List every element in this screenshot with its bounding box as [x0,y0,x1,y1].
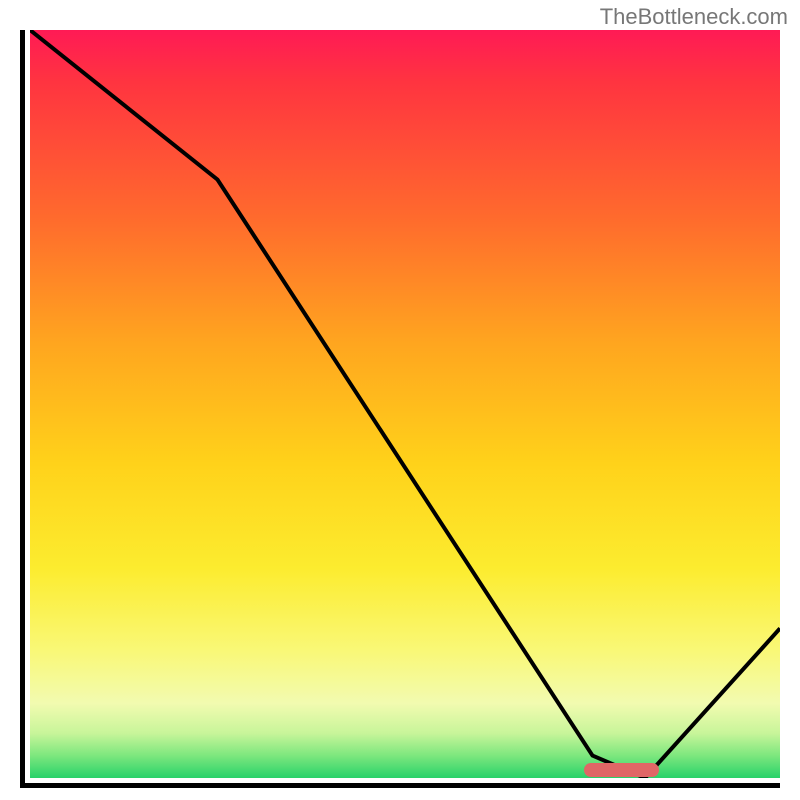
optimal-range-marker [584,763,660,777]
bottleneck-line [30,30,780,778]
attribution-text: TheBottleneck.com [600,4,788,30]
chart-curve [30,30,780,778]
chart-frame [20,30,780,788]
